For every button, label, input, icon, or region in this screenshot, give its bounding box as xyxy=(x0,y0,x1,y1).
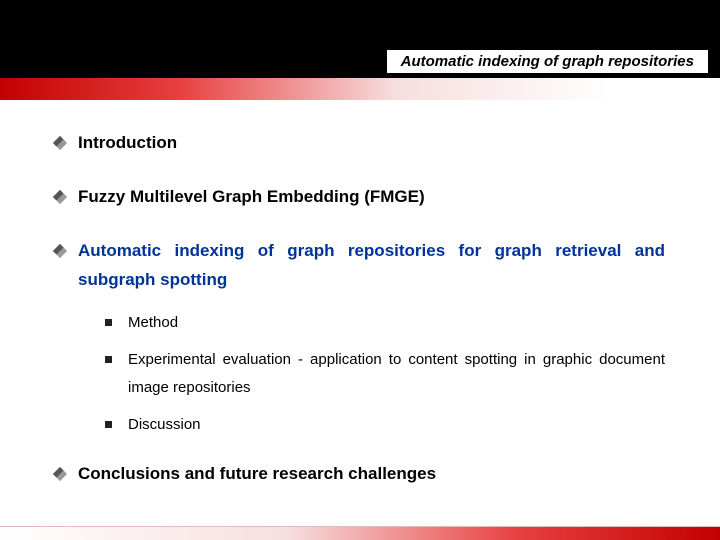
outline-item-text: Conclusions and future research challeng… xyxy=(78,459,665,489)
outline-item: Conclusions and future research challeng… xyxy=(55,459,665,489)
diamond-bullet-icon xyxy=(53,467,67,481)
gradient-divider-top xyxy=(0,78,720,100)
outline-item: Fuzzy Multilevel Graph Embedding (FMGE) xyxy=(55,182,665,212)
diamond-bullet-icon xyxy=(53,243,67,257)
outline-subitem: Method xyxy=(105,309,665,338)
outline-subitem-text: Discussion xyxy=(128,411,665,440)
outline-subitem: Discussion xyxy=(105,411,665,440)
outline-subitem: Experimental evaluation - application to… xyxy=(105,346,665,403)
slide-title: Automatic indexing of graph repositories xyxy=(386,49,709,74)
gradient-divider-bottom xyxy=(0,526,720,540)
outline-sublist: Method Experimental evaluation - applica… xyxy=(105,309,665,439)
diamond-bullet-icon xyxy=(53,190,67,204)
diamond-bullet-icon xyxy=(53,136,67,150)
outline-item-text: Fuzzy Multilevel Graph Embedding (FMGE) xyxy=(78,182,665,212)
outline-item-active: Automatic indexing of graph repositories… xyxy=(55,236,665,296)
outline-item-text: Introduction xyxy=(78,128,665,158)
outline-item-text: Automatic indexing of graph repositories… xyxy=(78,236,665,296)
outline-subitem-text: Method xyxy=(128,309,665,338)
square-bullet-icon xyxy=(105,356,112,363)
header-black-band: Automatic indexing of graph repositories xyxy=(0,0,720,78)
outline-subitem-text: Experimental evaluation - application to… xyxy=(128,346,665,403)
outline-content: Introduction Fuzzy Multilevel Graph Embe… xyxy=(0,100,720,523)
square-bullet-icon xyxy=(105,421,112,428)
outline-item: Introduction xyxy=(55,128,665,158)
square-bullet-icon xyxy=(105,319,112,326)
